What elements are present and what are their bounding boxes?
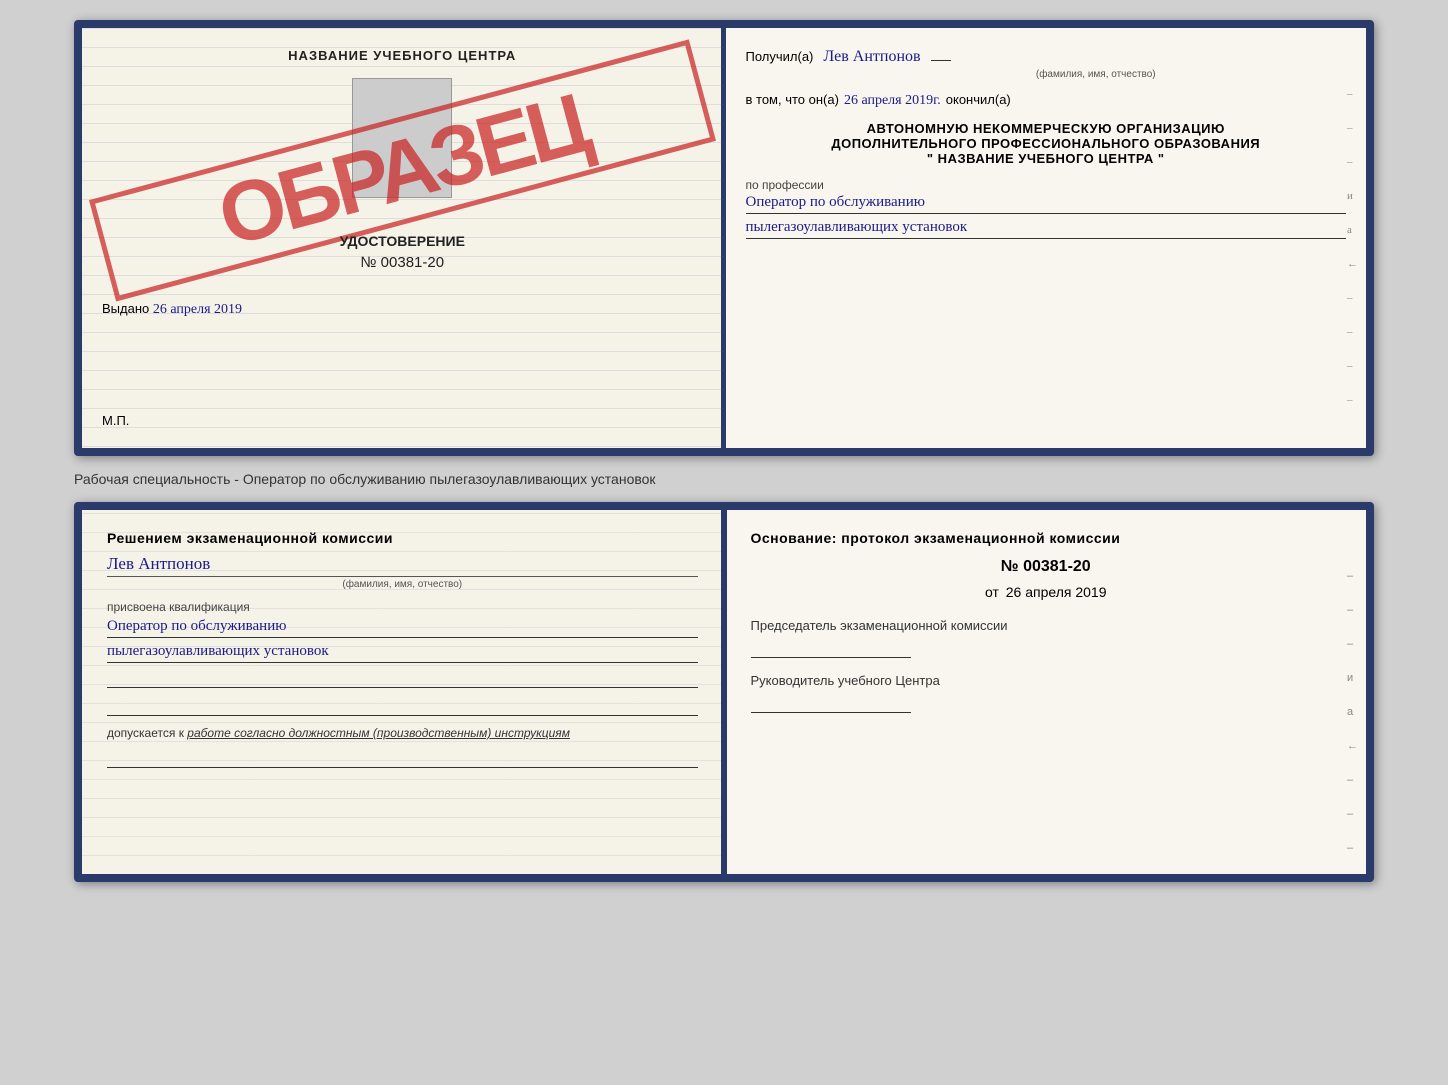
assigned-label: присвоена квалификация (107, 600, 698, 614)
top-cert-right-page: Получил(а) Лев Антпонов (фамилия, имя, о… (726, 28, 1367, 448)
received-row: Получил(а) Лев Антпонов (746, 48, 1347, 66)
org-line2: ДОПОЛНИТЕЛЬНОГО ПРОФЕССИОНАЛЬНОГО ОБРАЗО… (746, 136, 1347, 151)
admitted-text: работе согласно должностным (производств… (187, 726, 570, 740)
chairman-label: Председатель экзаменационной комиссии (751, 618, 1342, 633)
cert-number: № 00381-20 (102, 254, 703, 271)
protocol-number: № 00381-20 (751, 558, 1342, 576)
dash-field (931, 60, 951, 61)
fio-caption-top: (фамилия, имя, отчество) (846, 69, 1347, 80)
director-signature-line (751, 693, 911, 713)
blank-line-1 (107, 668, 698, 688)
bottom-certificate: Решением экзаменационной комиссии Лев Ан… (74, 502, 1374, 882)
profession-label: по профессии (746, 178, 1347, 192)
top-cert-left-page: НАЗВАНИЕ УЧЕБНОГО ЦЕНТРА ОБРАЗЕЦ УДОСТОВ… (82, 28, 726, 448)
specialty-separator: Рабочая специальность - Оператор по обсл… (74, 471, 1374, 487)
fio-caption-bottom: (фамилия, имя, отчество) (107, 576, 698, 590)
protocol-date: 26 апреля 2019 (1006, 584, 1107, 600)
issued-date: 26 апреля 2019 (153, 302, 242, 317)
document-wrapper: НАЗВАНИЕ УЧЕБНОГО ЦЕНТРА ОБРАЗЕЦ УДОСТОВ… (20, 20, 1428, 882)
right-dashes: – – – и а ← – – – – (1347, 88, 1358, 406)
bottom-cert-right-page: Основание: протокол экзаменационной коми… (726, 510, 1367, 874)
received-name: Лев Антпонов (823, 48, 920, 66)
org-block: АВТОНОМНУЮ НЕКОММЕРЧЕСКУЮ ОРГАНИЗАЦИЮ ДО… (746, 121, 1347, 166)
issued-line: Выдано 26 апреля 2019 (102, 301, 703, 318)
cert-type-label: УДОСТОВЕРЕНИЕ (102, 233, 703, 249)
chairman-signature-line (751, 638, 911, 658)
director-label: Руководитель учебного Центра (751, 673, 1342, 688)
completed-label: окончил(а) (946, 92, 1011, 107)
in-that-label: в том, что он(а) (746, 92, 839, 107)
admitted-prefix: допускается к (107, 726, 184, 740)
completed-date: 26 апреля 2019г. (844, 93, 941, 109)
qual-line2: пылегазоулавливающих установок (107, 643, 698, 663)
decision-heading: Решением экзаменационной комиссии (107, 530, 698, 546)
bottom-cert-left-page: Решением экзаменационной комиссии Лев Ан… (82, 510, 726, 874)
decision-name: Лев Антпонов (107, 554, 698, 574)
blank-line-2 (107, 696, 698, 716)
profession-line2: пылегазоулавливающих установок (746, 219, 1347, 239)
protocol-date-row: от 26 апреля 2019 (751, 584, 1342, 600)
blank-line-3 (107, 748, 698, 768)
org-line1: АВТОНОМНУЮ НЕКОММЕРЧЕСКУЮ ОРГАНИЗАЦИЮ (746, 121, 1347, 136)
qual-line1: Оператор по обслуживанию (107, 618, 698, 638)
received-label: Получил(а) (746, 49, 814, 64)
admitted-line: допускается к работе согласно должностны… (107, 726, 698, 740)
bottom-right-dashes: – – – и а ← – – – (1347, 570, 1358, 854)
top-certificate: НАЗВАНИЕ УЧЕБНОГО ЦЕНТРА ОБРАЗЕЦ УДОСТОВ… (74, 20, 1374, 456)
basis-heading: Основание: протокол экзаменационной коми… (751, 530, 1342, 546)
profession-line1: Оператор по обслуживанию (746, 194, 1347, 214)
mp-label: М.П. (102, 413, 703, 428)
org-line3: " НАЗВАНИЕ УЧЕБНОГО ЦЕНТРА " (746, 151, 1347, 166)
protocol-date-prefix: от (985, 584, 999, 600)
